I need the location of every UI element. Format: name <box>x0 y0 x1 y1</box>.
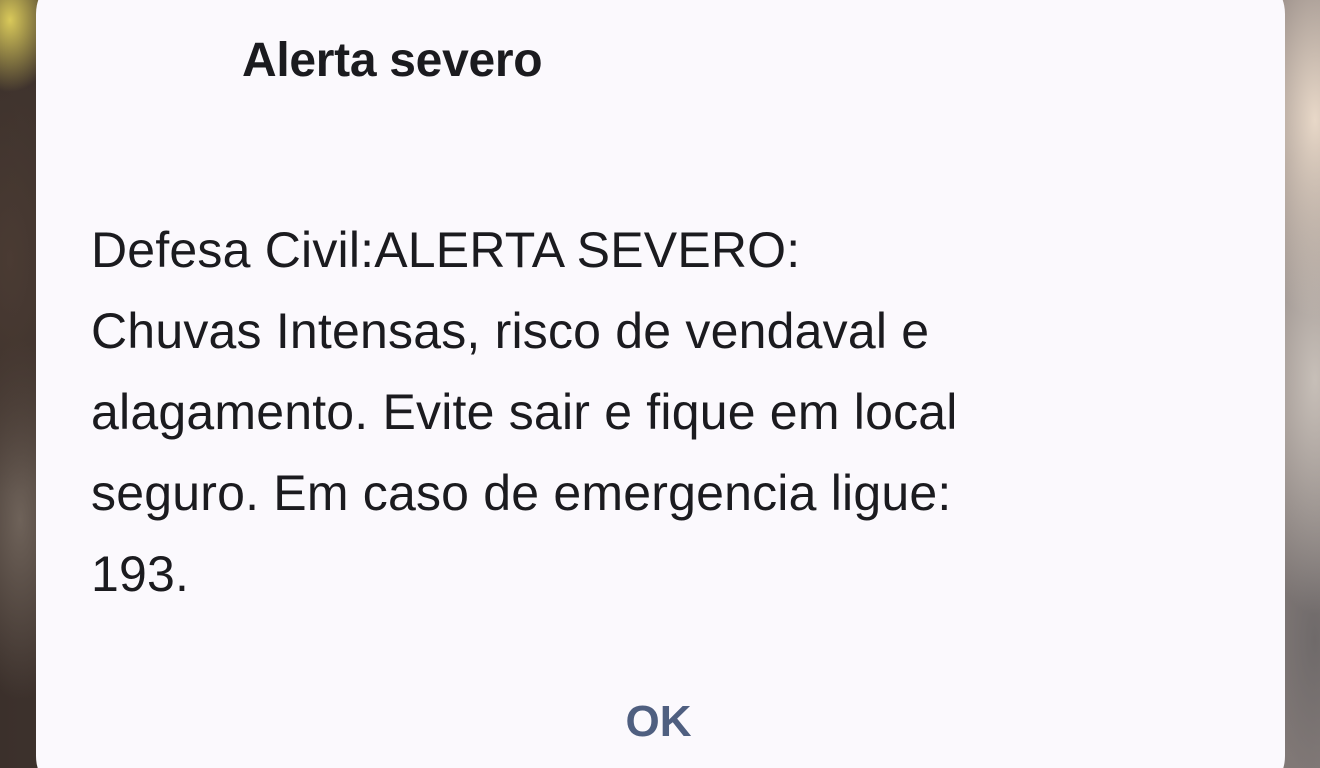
alert-message: Defesa Civil:ALERTA SEVERO: Chuvas Inten… <box>91 222 958 602</box>
dialog-title: Alerta severo <box>242 34 543 87</box>
alert-dialog: Alerta severo Defesa Civil:ALERTA SEVERO… <box>36 0 1285 768</box>
ok-button[interactable]: OK <box>596 692 721 752</box>
